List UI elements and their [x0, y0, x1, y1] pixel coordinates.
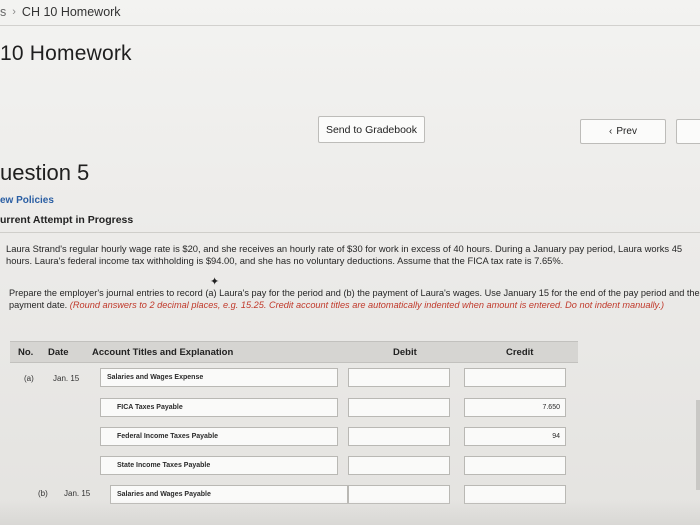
- entry-no: (a): [24, 374, 34, 383]
- prev-button[interactable]: ‹ Prev: [580, 119, 666, 144]
- debit-input[interactable]: [348, 456, 450, 475]
- entry-date: Jan. 15: [53, 374, 80, 383]
- header-divider: [0, 25, 700, 26]
- homework-page: s › CH 10 Homework 10 Homework Send to G…: [0, 0, 700, 525]
- breadcrumb: s › CH 10 Homework: [0, 3, 121, 21]
- scrollbar[interactable]: [696, 400, 700, 490]
- account-title-input[interactable]: FICA Taxes Payable: [100, 398, 338, 417]
- entry-date: Jan. 15: [64, 489, 91, 498]
- page-title: 10 Homework: [0, 42, 132, 65]
- problem-text: Laura Strand's regular hourly wage rate …: [6, 243, 683, 266]
- credit-input[interactable]: 7.650: [464, 398, 566, 417]
- journal-table-header: No. Date Account Titles and Explanation …: [10, 341, 578, 363]
- credit-input[interactable]: [464, 368, 566, 387]
- account-title-input[interactable]: State Income Taxes Payable: [100, 456, 338, 475]
- bottom-shade: [0, 500, 700, 525]
- attempt-status: urrent Attempt in Progress: [0, 214, 134, 226]
- next-button[interactable]: [676, 119, 700, 144]
- prev-button-label: Prev: [616, 126, 637, 137]
- header-date: Date: [48, 347, 69, 358]
- debit-input[interactable]: [348, 427, 450, 446]
- instructions: Prepare the employer's journal entries t…: [9, 288, 700, 311]
- debit-input[interactable]: [348, 398, 450, 417]
- entry-no: (b): [38, 489, 48, 498]
- mouse-cursor-icon: ✦: [210, 276, 220, 288]
- header-credit: Credit: [506, 347, 534, 358]
- credit-input[interactable]: 94: [464, 427, 566, 446]
- account-title-input[interactable]: Federal Income Taxes Payable: [100, 427, 338, 446]
- instructions-note: (Round answers to 2 decimal places, e.g.…: [69, 299, 665, 310]
- question-title: uestion 5: [0, 160, 90, 185]
- view-policies-link[interactable]: ew Policies: [0, 195, 54, 206]
- send-to-gradebook-button[interactable]: Send to Gradebook: [318, 116, 425, 143]
- breadcrumb-current: CH 10 Homework: [21, 5, 121, 19]
- header-account: Account Titles and Explanation: [92, 347, 234, 358]
- question-divider: [0, 232, 700, 233]
- breadcrumb-parent-link[interactable]: s: [0, 5, 6, 19]
- credit-input[interactable]: [464, 456, 566, 475]
- chevron-right-icon: ›: [12, 6, 16, 18]
- header-debit: Debit: [393, 347, 417, 358]
- account-title-input[interactable]: Salaries and Wages Expense: [100, 368, 338, 387]
- debit-input[interactable]: [348, 368, 450, 387]
- header-no: No.: [18, 347, 34, 358]
- chevron-left-icon: ‹: [609, 126, 613, 137]
